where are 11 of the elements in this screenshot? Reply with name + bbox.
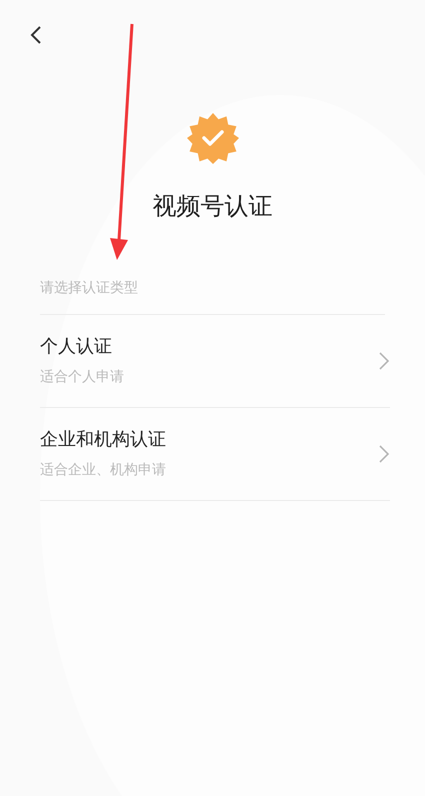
verified-badge-icon — [186, 112, 238, 164]
option-title: 个人认证 — [40, 335, 113, 359]
chevron-right-icon — [378, 444, 390, 464]
section-label: 请选择认证类型 — [40, 278, 385, 315]
option-row[interactable]: 企业和机构认证 适合企业、机构申请 — [40, 408, 390, 501]
chevron-right-icon — [378, 351, 390, 371]
option-description: 适合个人申请 — [40, 368, 125, 387]
option-row[interactable]: 个人认证 适合个人申请 — [40, 315, 390, 408]
option-description: 适合企业、机构申请 — [40, 461, 167, 480]
option-title: 企业和机构认证 — [40, 428, 167, 452]
page-title: 视频号认证 — [152, 191, 272, 222]
